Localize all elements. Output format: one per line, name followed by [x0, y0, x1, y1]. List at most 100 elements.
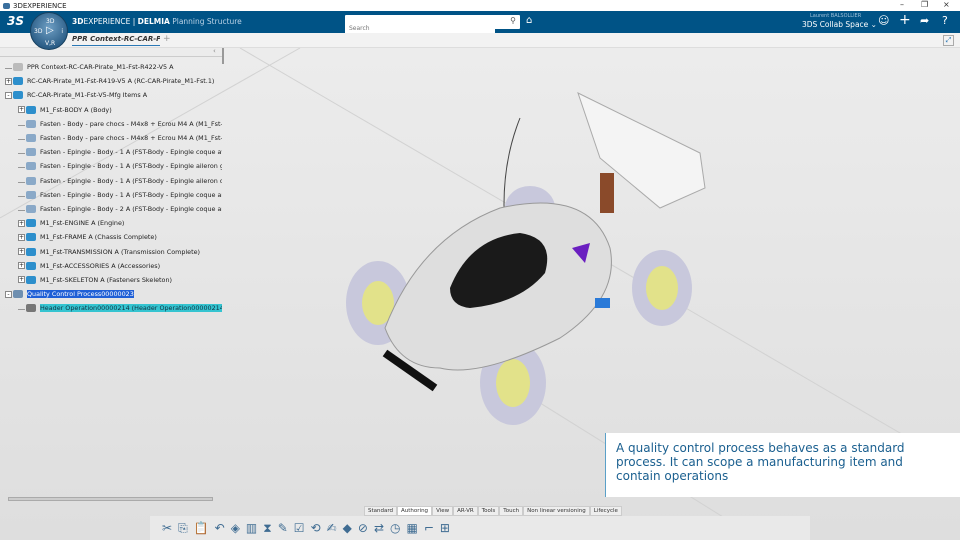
brand-delmia: DELMIA: [137, 17, 170, 26]
toolbar-tab-view[interactable]: View: [432, 506, 454, 516]
gantt-icon[interactable]: ⌐: [424, 521, 434, 535]
tree-item-label: Fasten - Epingle - Body - 1 A (FST-Body …: [40, 162, 222, 171]
expand-icon[interactable]: +: [5, 77, 12, 85]
collab-space-dropdown[interactable]: 3DS Collab Space ⌄: [802, 20, 877, 29]
fullscreen-icon[interactable]: ⤢: [943, 35, 954, 46]
tree-item-label: M1_Fst-BODY A (Body): [40, 105, 112, 114]
tree-item-label: M1_Fst-SKELETON A (Fasteners Skeleton): [40, 275, 172, 284]
tag-icon[interactable]: ⌂: [526, 15, 532, 26]
paste-icon[interactable]: 📋: [194, 521, 209, 535]
check-icon[interactable]: ☑: [294, 521, 305, 535]
wing-strut: [600, 173, 614, 213]
tree-item[interactable]: Fasten - Epingle - Body - 1 A (FST-Body …: [0, 188, 222, 202]
expand-icon[interactable]: +: [18, 219, 25, 227]
compass-top[interactable]: 3D: [46, 18, 54, 25]
compass-bottom[interactable]: V,R: [45, 40, 55, 47]
expand-icon[interactable]: +: [18, 106, 25, 114]
tree-item[interactable]: Fasten - Body - pare chocs - M4x8 + Ecro…: [0, 117, 222, 131]
share-icon[interactable]: ➦: [920, 14, 929, 27]
fasten-icon: [26, 119, 36, 128]
toolbar-tab-ar-vr[interactable]: AR-VR: [453, 506, 478, 516]
tree-item-label: Fasten - Epingle - Body - 1 A (FST-Body …: [40, 176, 222, 185]
expand-icon[interactable]: +: [18, 248, 25, 256]
product-icon[interactable]: ◈: [231, 521, 240, 535]
compass-right[interactable]: i: [61, 28, 63, 35]
edit-icon[interactable]: ✍: [327, 521, 337, 535]
tree-item[interactable]: - RC-CAR-Pirate_M1-Fst-V5-Mfg Items A: [0, 88, 222, 102]
tree-item[interactable]: + M1_Fst-FRAME A (Chassis Complete): [0, 230, 222, 244]
help-icon[interactable]: ?: [942, 14, 948, 27]
tree-item[interactable]: + M1_Fst-BODY A (Body): [0, 103, 222, 117]
assign-icon[interactable]: ⧗: [263, 521, 271, 536]
tree-item[interactable]: + M1_Fst-TRANSMISSION A (Transmission Com…: [0, 244, 222, 258]
tree-item[interactable]: Header Operation00000214 (Header Operati…: [0, 301, 222, 315]
cut-icon[interactable]: ✂: [162, 521, 172, 535]
tab-bar: PPR Context-RC-CAR-Pira + ⤢: [0, 33, 960, 48]
tree-item-label: M1_Fst-ENGINE A (Engine): [40, 219, 125, 228]
compass-left[interactable]: 3D: [34, 28, 42, 35]
window-titlebar: 3DEXPERIENCE – ❐ ×: [0, 0, 960, 11]
expand-icon[interactable]: +: [18, 276, 25, 284]
tree-item[interactable]: Fasten - Epingle - Body - 1 A (FST-Body …: [0, 174, 222, 188]
tree-item[interactable]: - Quality Control Process00000023: [0, 287, 222, 301]
rim: [496, 359, 530, 407]
toolbar-tab-non-linear-versioning[interactable]: Non linear versioning: [523, 506, 590, 516]
toolbar-tab-touch[interactable]: Touch: [499, 506, 524, 516]
undo-icon[interactable]: ↶: [215, 521, 225, 535]
tree-item-label: Header Operation00000214 (Header Operati…: [40, 304, 222, 313]
link-icon[interactable]: ⟲: [311, 521, 321, 535]
diamond-icon[interactable]: ◆: [343, 521, 352, 535]
toolbar-tab-authoring[interactable]: Authoring: [397, 506, 433, 516]
collapse-icon[interactable]: -: [5, 91, 12, 99]
collapse-icon[interactable]: -: [5, 290, 12, 298]
minimize-button[interactable]: –: [900, 0, 904, 9]
tree-connector: [18, 193, 25, 197]
tree-item-label: RC-CAR-Pirate_M1-Fst-R419-V5 A (RC-CAR-P…: [27, 77, 215, 86]
tree-icon[interactable]: ⊞: [440, 521, 450, 535]
search-box[interactable]: ⚲: [345, 15, 520, 35]
tree-item[interactable]: Fasten - Body - pare chocs - M4x8 + Ecro…: [0, 131, 222, 145]
user-avatar-icon[interactable]: ☺: [878, 14, 889, 27]
play-icon[interactable]: ▷: [46, 25, 54, 36]
tab-ppr-context[interactable]: PPR Context-RC-CAR-Pira: [72, 35, 160, 46]
table-icon[interactable]: ▦: [407, 521, 418, 535]
ds-logo-icon[interactable]: 3S: [7, 14, 24, 28]
copy-icon[interactable]: ⎘: [178, 521, 188, 536]
close-button[interactable]: ×: [943, 0, 950, 9]
tree-scrollbar[interactable]: [8, 497, 213, 501]
compass-widget[interactable]: 3D 3D ▷ i V,R: [30, 12, 68, 50]
search-icon[interactable]: ⚲: [510, 16, 516, 25]
restore-button[interactable]: ❐: [921, 0, 928, 9]
toolbar-tab-lifecycle[interactable]: Lifecycle: [589, 506, 622, 516]
tree-item[interactable]: + RC-CAR-Pirate_M1-Fst-R419-V5 A (RC-CAR-…: [0, 74, 222, 88]
tree-item[interactable]: Fasten - Epingle - Body - 2 A (FST-Body …: [0, 202, 222, 216]
collapse-panel-icon[interactable]: ‹: [213, 47, 216, 55]
expand-icon[interactable]: +: [18, 262, 25, 270]
mfg-item-icon[interactable]: ▥: [246, 521, 257, 535]
fasten-icon[interactable]: ✎: [278, 521, 288, 535]
tree-splitter[interactable]: [222, 48, 224, 64]
tree-item[interactable]: Fasten - Epingle - Body - 1 A (FST-Body …: [0, 145, 222, 159]
tree-connector: [18, 207, 25, 211]
product-icon: [26, 105, 36, 114]
toolbar-tab-tools[interactable]: Tools: [477, 506, 500, 516]
tree-item[interactable]: Fasten - Epingle - Body - 1 A (FST-Body …: [0, 159, 222, 173]
tree-connector: [18, 150, 25, 155]
rim: [646, 266, 678, 310]
tree-item[interactable]: + M1_Fst-ACCESSORIES A (Accessories): [0, 259, 222, 273]
new-tab-button[interactable]: +: [163, 34, 171, 44]
tree-item[interactable]: + M1_Fst-ENGINE A (Engine): [0, 216, 222, 230]
process-icon: [13, 290, 23, 299]
tree-item[interactable]: + M1_Fst-SKELETON A (Fasteners Skeleton): [0, 273, 222, 287]
timer-icon[interactable]: ◷: [390, 521, 400, 535]
product-icon: [26, 261, 36, 270]
swap-icon[interactable]: ⇄: [374, 521, 384, 535]
add-icon[interactable]: +: [899, 12, 911, 28]
expand-icon[interactable]: +: [18, 233, 25, 241]
window-title: 3DEXPERIENCE: [13, 1, 67, 10]
toolbar-tab-standard[interactable]: Standard: [364, 506, 398, 516]
tree-item[interactable]: PPR Context-RC-CAR-Pirate_M1-Fst-R422-V5…: [0, 60, 222, 74]
fasten-icon: [26, 190, 36, 199]
scope-icon[interactable]: ⊘: [358, 521, 368, 535]
fasten-icon: [26, 162, 36, 171]
